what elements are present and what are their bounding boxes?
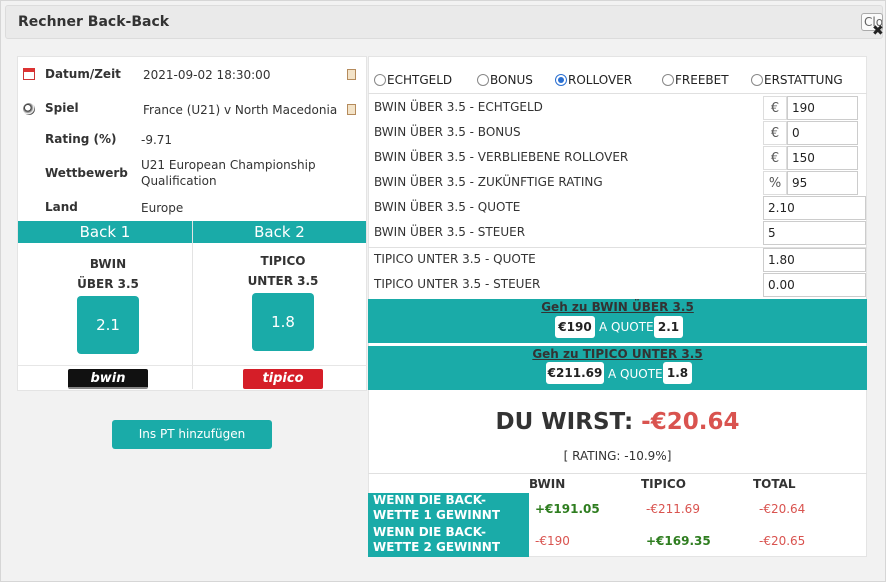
- at-quote-label: A QUOTE: [608, 367, 663, 381]
- real-money-label: BWIN ÜBER 3.5 - ECHTGELD: [374, 100, 543, 114]
- profit-result: DU WIRST: -€20.64: [368, 409, 867, 435]
- euro-icon: €: [763, 121, 787, 145]
- separator: [368, 473, 867, 474]
- percent-icon: %: [763, 171, 787, 195]
- future-rating-label: BWIN ÜBER 3.5 - ZUKÜNFTIGE RATING: [374, 175, 603, 189]
- go-band-2: Geh zu TIPICO UNTER 3.5 €211.69 A QUOTE …: [368, 346, 867, 390]
- tax1-label: BWIN ÜBER 3.5 - STEUER: [374, 225, 526, 239]
- mode-radio-rollover[interactable]: ROLLOVER: [555, 73, 632, 87]
- quote1-label: BWIN ÜBER 3.5 - QUOTE: [374, 200, 521, 214]
- result-rating: [ RATING: -10.9%]: [563, 449, 672, 463]
- rollover-input[interactable]: 150: [787, 146, 858, 170]
- radio-icon[interactable]: [477, 74, 489, 86]
- radio-icon[interactable]: [662, 74, 674, 86]
- future-rating-input[interactable]: 95: [787, 171, 858, 195]
- quote2-input[interactable]: 1.80: [763, 248, 866, 272]
- calculator-dialog: Rechner Back-Back Close ✖ Datum/Zeit 202…: [0, 0, 886, 582]
- row2-label: WENN DIE BACK-WETTE 2 GEWINNT: [368, 525, 529, 557]
- title-bar: Rechner Back-Back: [5, 5, 883, 39]
- logo-divider: [17, 365, 367, 366]
- back2-market: UNTER 3.5: [247, 274, 319, 288]
- back1-book: BWIN: [89, 257, 127, 271]
- competition-value: U21 European Championship Qualification: [141, 158, 316, 188]
- rollover-label: BWIN ÜBER 3.5 - VERBLIEBENE ROLLOVER: [374, 150, 629, 164]
- real-money-input[interactable]: 190: [787, 96, 858, 120]
- stake2-chip: €211.69: [546, 362, 604, 384]
- rating-label: Rating (%): [45, 132, 117, 146]
- result-amount: -€20.64: [641, 409, 740, 435]
- radio-icon[interactable]: [374, 74, 386, 86]
- col-header-tipico: TIPICO: [641, 477, 686, 491]
- date-label: Datum/Zeit: [45, 67, 121, 81]
- country-value: Europe: [141, 201, 184, 215]
- mode-radio-bonus[interactable]: BONUS: [477, 73, 533, 87]
- back1-market: ÜBER 3.5: [77, 277, 139, 291]
- rating-value: -9.71: [141, 133, 173, 147]
- odds2-chip: 1.8: [663, 362, 692, 384]
- col-header-bwin: BWIN: [529, 477, 566, 491]
- calendar-icon: [23, 68, 35, 80]
- go-band-1: Geh zu BWIN ÜBER 3.5 €190 A QUOTE 2.1: [368, 299, 867, 343]
- row2-tipico: +€169.35: [646, 534, 711, 548]
- country-label: Land: [45, 200, 78, 214]
- col-header-total: TOTAL: [753, 477, 796, 491]
- back1-header: Back 1: [18, 221, 192, 243]
- bonus-label: BWIN ÜBER 3.5 - BONUS: [374, 125, 521, 139]
- back2-book: TIPICO: [260, 254, 306, 268]
- match-label: Spiel: [45, 101, 79, 115]
- clipboard-icon[interactable]: [347, 69, 356, 80]
- euro-icon: €: [763, 96, 787, 120]
- soccer-ball-icon: [23, 103, 35, 115]
- at-quote-label: A QUOTE: [599, 320, 654, 334]
- tipico-logo: tipico: [243, 369, 323, 389]
- column-divider: [192, 221, 193, 389]
- quote2-label: TIPICO UNTER 3.5 - QUOTE: [374, 252, 536, 266]
- mode-radio-echtgeld[interactable]: ECHTGELD: [374, 73, 452, 87]
- row1-tipico: -€211.69: [646, 502, 700, 516]
- stake1-chip: €190: [555, 316, 595, 338]
- date-value: 2021-09-02 18:30:00: [143, 68, 271, 82]
- close-icon[interactable]: ✖: [872, 23, 884, 39]
- row1-bwin: +€191.05: [535, 502, 600, 516]
- go-to-bwin-link[interactable]: Geh zu BWIN ÜBER 3.5: [368, 300, 867, 314]
- back1-odds: 2.1: [77, 296, 139, 354]
- competition-label: Wettbewerb: [45, 166, 128, 180]
- tax2-label: TIPICO UNTER 3.5 - STEUER: [374, 277, 541, 291]
- row1-total: -€20.64: [759, 502, 806, 516]
- add-to-pt-button[interactable]: Ins PT hinzufügen: [112, 420, 272, 449]
- clipboard-icon[interactable]: [347, 104, 356, 115]
- back2-odds: 1.8: [252, 293, 314, 351]
- euro-icon: €: [763, 146, 787, 170]
- tax2-input[interactable]: 0.00: [763, 273, 866, 297]
- go-to-tipico-link[interactable]: Geh zu TIPICO UNTER 3.5: [368, 347, 867, 361]
- quote1-input[interactable]: 2.10: [763, 196, 866, 220]
- separator: [368, 93, 867, 94]
- radio-selected-icon[interactable]: [555, 74, 567, 86]
- dialog-title: Rechner Back-Back: [18, 14, 170, 30]
- result-prefix: DU WIRST:: [495, 409, 634, 435]
- row1-label: WENN DIE BACK-WETTE 1 GEWINNT: [368, 493, 529, 525]
- mode-radio-erstattung[interactable]: ERSTATTUNG: [751, 73, 843, 87]
- bwin-logo: bwin: [68, 369, 148, 389]
- mode-radio-freebet[interactable]: FREEBET: [662, 73, 729, 87]
- row2-bwin: -€190: [535, 534, 570, 548]
- tax1-input[interactable]: 5: [763, 221, 866, 245]
- odds1-chip: 2.1: [654, 316, 683, 338]
- radio-icon[interactable]: [751, 74, 763, 86]
- back2-header: Back 2: [193, 221, 366, 243]
- row2-total: -€20.65: [759, 534, 806, 548]
- bonus-input[interactable]: 0: [787, 121, 858, 145]
- match-value: France (U21) v North Macedonia (U: [143, 103, 339, 117]
